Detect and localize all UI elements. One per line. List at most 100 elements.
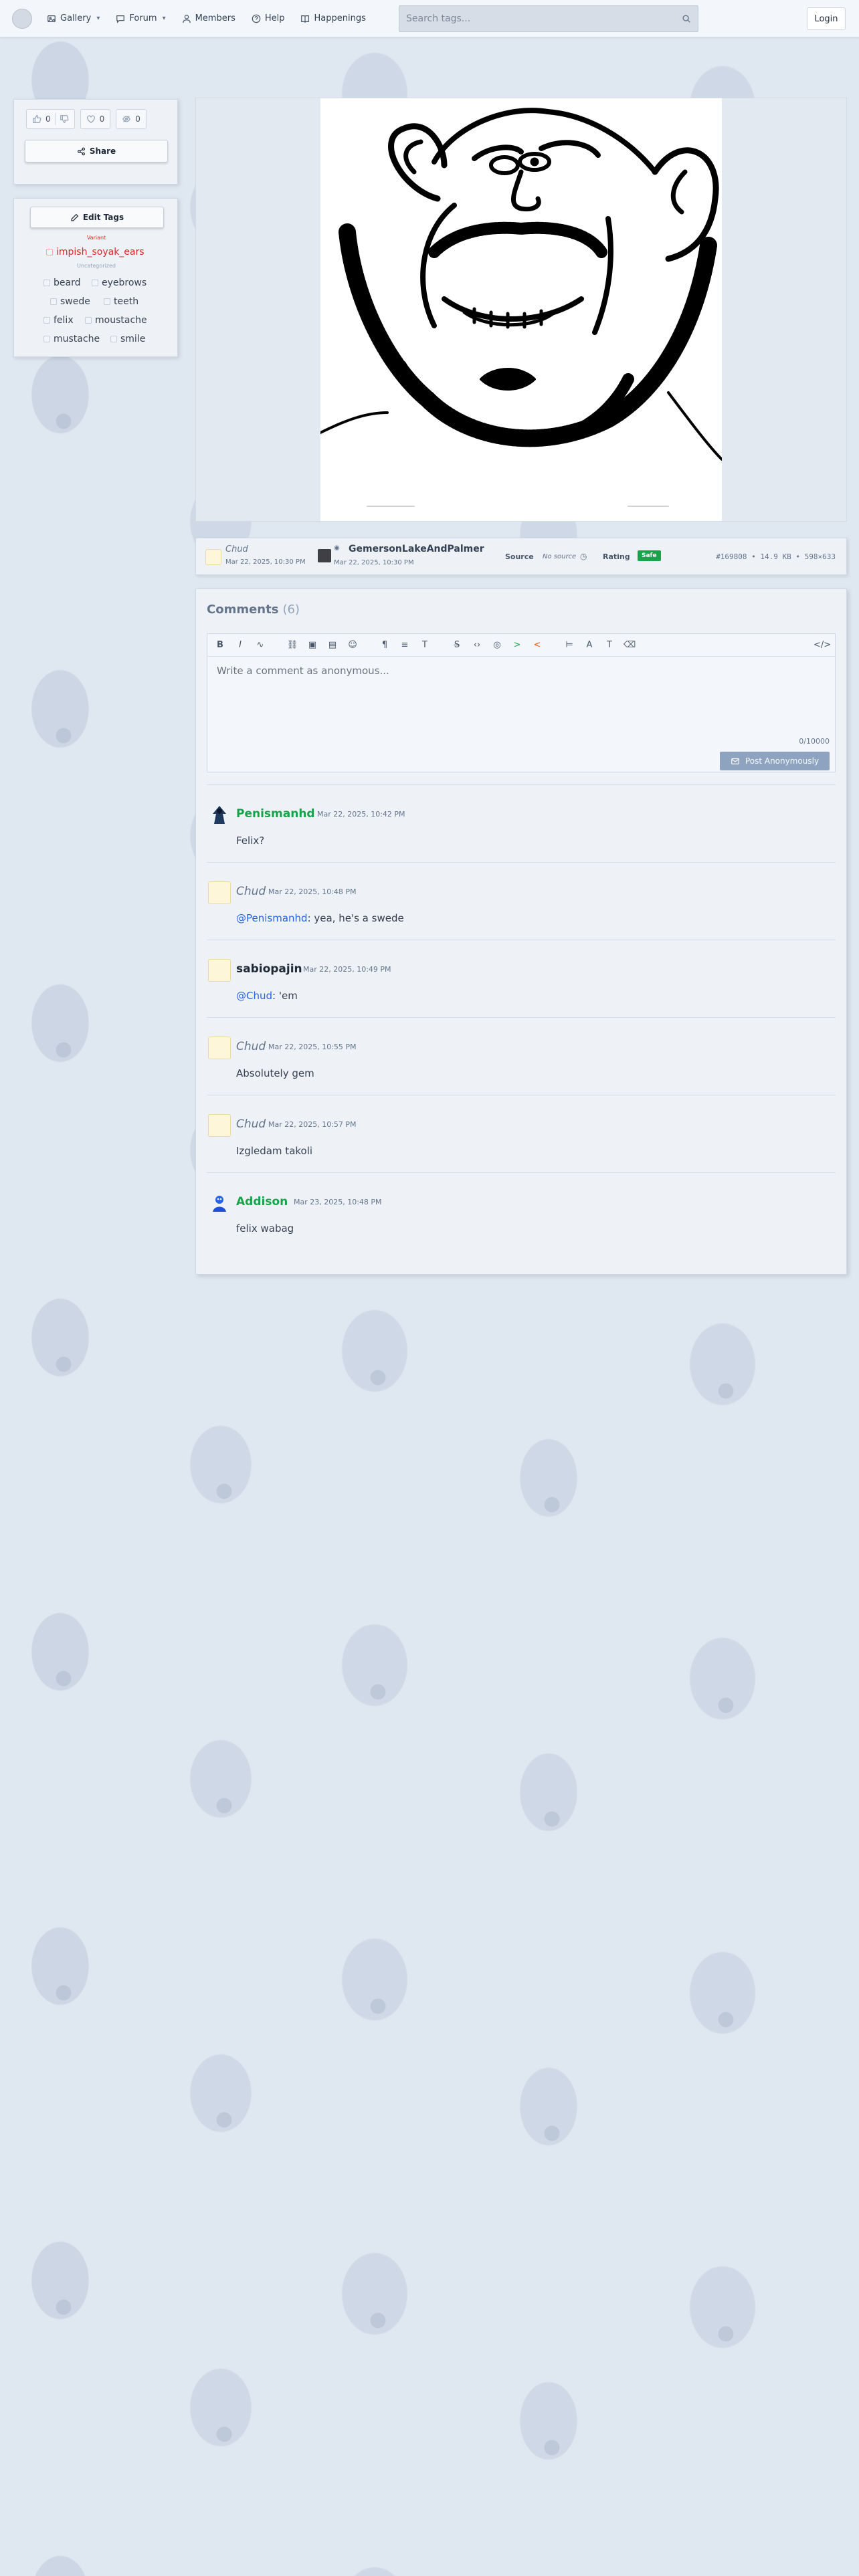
site-logo[interactable]: [12, 8, 32, 29]
chevron-down-icon: ▾: [96, 15, 100, 22]
nav-members[interactable]: Members: [182, 13, 235, 23]
tag-checkbox[interactable]: [104, 298, 110, 305]
tag-impish-soyak-ears[interactable]: impish_soyak_ears: [46, 247, 145, 257]
search-input[interactable]: [406, 13, 682, 24]
tag-checkbox[interactable]: [46, 249, 53, 255]
nav-happenings-label: Happenings: [314, 13, 366, 23]
tag-moustache[interactable]: moustache: [85, 315, 147, 326]
tag-swede[interactable]: swede: [50, 296, 90, 307]
tag-checkbox[interactable]: [110, 336, 117, 342]
clear-format-icon[interactable]: ⌫: [624, 639, 636, 651]
comment-body: Absolutely gem: [236, 1067, 314, 1079]
tag-checkbox[interactable]: [50, 298, 57, 305]
tag-label: impish_soyak_ears: [56, 247, 145, 257]
edit-tags-button[interactable]: Edit Tags: [30, 207, 164, 228]
comment-date: Mar 22, 2025, 10:55 PM: [268, 1043, 357, 1051]
comment-author[interactable]: Addison: [236, 1195, 288, 1208]
list-icon[interactable]: ≡: [399, 639, 411, 651]
thumbs-down-icon[interactable]: [60, 114, 69, 124]
hide-button[interactable]: 0: [116, 109, 147, 129]
comment-body: @Chud: 'em: [236, 990, 298, 1002]
tag-category-uncategorized: Uncategorized: [77, 263, 116, 269]
rating-badge: Safe: [638, 550, 661, 561]
comment-body: Izgledam takoli: [236, 1145, 313, 1157]
share-button[interactable]: Share: [25, 140, 168, 163]
heading-icon[interactable]: ¶: [379, 639, 391, 651]
greentext-icon[interactable]: >: [511, 639, 523, 651]
comment-author[interactable]: sabiopajin: [236, 962, 302, 976]
login-button[interactable]: Login: [807, 7, 846, 30]
artist-icon: [318, 549, 331, 562]
post-image[interactable]: [319, 98, 723, 521]
bold-icon[interactable]: B: [214, 639, 226, 651]
align-icon[interactable]: ⊨: [563, 639, 575, 651]
search-icon[interactable]: [682, 14, 691, 23]
tag-label: eyebrows: [102, 278, 147, 288]
emoji-icon[interactable]: ☺: [347, 639, 359, 651]
image-icon[interactable]: ▣: [306, 639, 318, 651]
spoiler-icon[interactable]: ◎: [491, 639, 503, 651]
mention-link[interactable]: @Chud: [236, 990, 272, 1002]
image-viewer: [195, 98, 847, 522]
post-button-label: Post Anonymously: [745, 756, 820, 766]
tag-mustache[interactable]: mustache: [43, 334, 100, 344]
nav-gallery[interactable]: Gallery ▾: [47, 13, 100, 23]
source-code-icon[interactable]: </>: [814, 639, 831, 651]
italic-icon[interactable]: I: [234, 639, 246, 651]
link-icon[interactable]: ⛓: [286, 639, 298, 651]
comment-item: Penismanhd Mar 22, 2025, 10:42 PM Felix?: [207, 784, 836, 862]
source-value: No source: [543, 553, 577, 560]
avatar: [205, 549, 221, 565]
post-anonymously-button[interactable]: Post Anonymously: [720, 752, 830, 770]
code-icon[interactable]: ‹›: [471, 639, 483, 651]
tag-smile[interactable]: smile: [110, 334, 145, 344]
color-icon[interactable]: A: [583, 639, 595, 651]
strikethrough-icon[interactable]: S: [451, 639, 463, 651]
nav-gallery-label: Gallery: [60, 13, 92, 23]
tag-category-variant: Variant: [86, 235, 106, 241]
post-info-bar: Chud Mar 22, 2025, 10:30 PM ◉ GemersonLa…: [195, 538, 847, 575]
comment-author[interactable]: Chud: [236, 885, 266, 898]
char-counter: 0/10000: [799, 737, 830, 746]
gallery-embed-icon[interactable]: ▤: [326, 639, 339, 651]
tag-checkbox[interactable]: [43, 336, 50, 342]
tags-panel: Edit Tags Variant impish_soyak_ears Unca…: [13, 198, 178, 357]
orangetext-icon[interactable]: <: [531, 639, 543, 651]
nav-help-label: Help: [264, 13, 285, 23]
rating-label: Rating: [603, 552, 630, 561]
tag-checkbox[interactable]: [43, 317, 50, 324]
favorite-button[interactable]: 0: [80, 109, 111, 129]
text-size-icon[interactable]: T: [419, 639, 431, 651]
tag-teeth[interactable]: teeth: [104, 296, 138, 307]
font-icon[interactable]: T: [603, 639, 615, 651]
comment-editor: B I ∿ ⛓ ▣ ▤ ☺ ¶ ≡ T S ‹› ◎ > < ⊨ A T ⌫ <…: [207, 633, 836, 772]
eye-icon[interactable]: ◉: [334, 544, 340, 552]
nav-happenings[interactable]: Happenings: [300, 13, 366, 23]
avatar: [208, 959, 231, 982]
comment-textarea[interactable]: [207, 657, 835, 732]
mention-link[interactable]: @Penismanhd: [236, 912, 308, 924]
tag-checkbox[interactable]: [92, 280, 98, 286]
comments-section: Comments (6) B I ∿ ⛓ ▣ ▤ ☺ ¶ ≡ T S ‹› ◎ >…: [195, 588, 847, 1275]
tag-checkbox[interactable]: [85, 317, 92, 324]
comment-body: @Penismanhd: yea, he's a swede: [236, 912, 404, 924]
thumbs-up-icon[interactable]: [32, 114, 41, 124]
comment-author[interactable]: Chud: [236, 1117, 266, 1131]
comment-item: Chud Mar 22, 2025, 10:57 PM Izgledam tak…: [207, 1095, 836, 1172]
artist-name[interactable]: GemersonLakeAndPalmer: [349, 544, 484, 554]
avatar: [208, 1037, 231, 1059]
uploader-name[interactable]: Chud: [225, 544, 248, 554]
tag-felix[interactable]: felix: [43, 315, 74, 326]
comment-author[interactable]: Chud: [236, 1040, 266, 1053]
comment-date: Mar 23, 2025, 10:48 PM: [294, 1198, 382, 1206]
comment-author[interactable]: Penismanhd: [236, 807, 315, 821]
tag-checkbox[interactable]: [43, 280, 50, 286]
comment-item: Chud Mar 22, 2025, 10:55 PM Absolutely g…: [207, 1017, 836, 1095]
wave-icon[interactable]: ∿: [254, 639, 266, 651]
nav-forum[interactable]: Forum ▾: [116, 13, 166, 23]
comment-date: Mar 22, 2025, 10:48 PM: [268, 887, 357, 896]
nav-help[interactable]: Help: [252, 13, 285, 23]
user-icon: [182, 14, 191, 23]
tag-beard[interactable]: beard: [43, 278, 80, 288]
tag-eyebrows[interactable]: eyebrows: [92, 278, 147, 288]
